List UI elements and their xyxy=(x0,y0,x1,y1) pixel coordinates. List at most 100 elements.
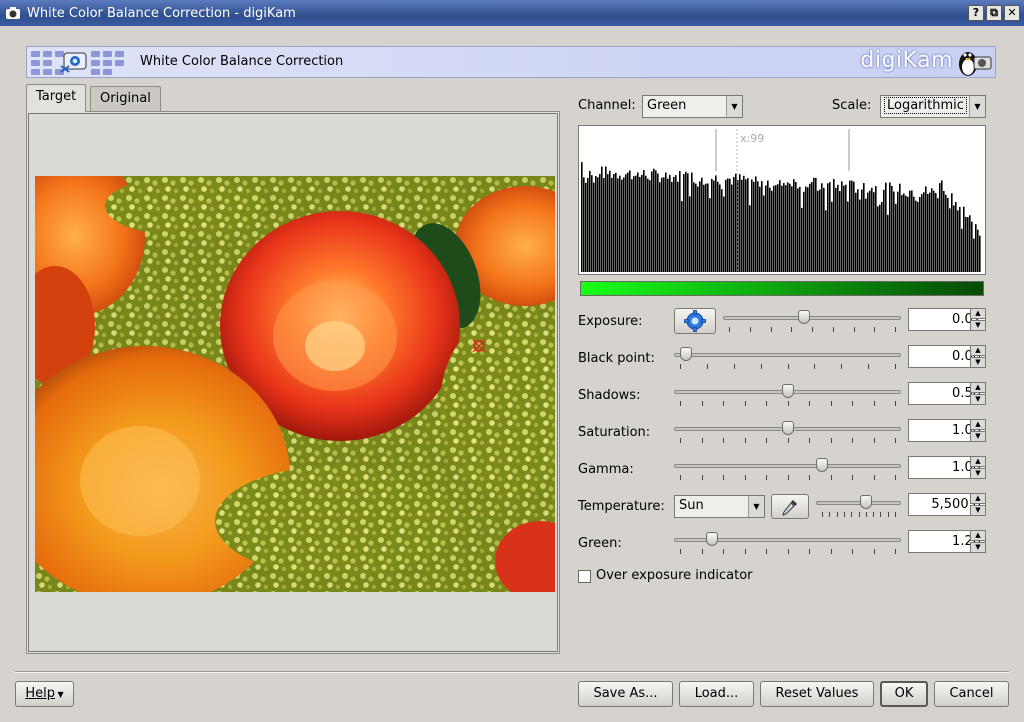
histogram-bar xyxy=(777,184,779,272)
histogram-bar xyxy=(893,191,895,272)
histogram-bar xyxy=(877,206,879,272)
spin-down-icon[interactable]: ▼ xyxy=(970,542,986,553)
over-exposure-checkbox[interactable] xyxy=(578,570,591,583)
slider-handle[interactable] xyxy=(781,384,794,398)
histogram-bar xyxy=(763,195,765,272)
scale-select[interactable]: Logarithmic ▼ xyxy=(880,95,986,118)
histogram-bar xyxy=(625,174,627,272)
histogram-bar xyxy=(629,170,631,272)
preview-image[interactable] xyxy=(35,176,555,592)
slider-ticks xyxy=(674,438,901,444)
spin-up-icon[interactable]: ▲ xyxy=(970,530,986,541)
green-slider[interactable] xyxy=(674,531,901,555)
histogram-bar xyxy=(833,178,835,272)
temperature-picker-button[interactable] xyxy=(771,494,809,519)
slider-groove[interactable] xyxy=(674,353,901,357)
spin-up-icon[interactable]: ▲ xyxy=(970,382,986,393)
histogram-bar xyxy=(897,191,899,272)
slider-tick xyxy=(812,327,813,332)
spin-down-icon[interactable]: ▼ xyxy=(970,431,986,442)
slider-handle[interactable] xyxy=(680,347,693,361)
window-close-button[interactable]: ✕ xyxy=(1004,5,1020,21)
histogram-bar xyxy=(723,196,725,272)
histogram-bar xyxy=(681,201,683,272)
exposure-stepper[interactable]: ▲ ▼ xyxy=(970,308,986,331)
histogram-bar xyxy=(969,215,971,272)
slider-handle[interactable] xyxy=(781,421,794,435)
histogram-bar xyxy=(757,181,759,272)
window-help-button[interactable]: ? xyxy=(968,5,984,21)
gamma-slider[interactable] xyxy=(674,457,901,481)
spin-down-icon[interactable]: ▼ xyxy=(970,320,986,331)
reset-values-button[interactable]: Reset Values xyxy=(760,681,874,707)
histogram-bar xyxy=(807,187,809,272)
green-stepper[interactable]: ▲ ▼ xyxy=(970,530,986,553)
tab-original[interactable]: Original xyxy=(90,86,161,112)
temperature-stepper[interactable]: ▲ ▼ xyxy=(970,493,986,516)
slider-groove[interactable] xyxy=(816,501,901,505)
histogram-bar xyxy=(715,175,717,272)
saturation-stepper[interactable]: ▲ ▼ xyxy=(970,419,986,442)
footer-separator xyxy=(15,671,1009,673)
channel-select[interactable]: Green ▼ xyxy=(642,95,743,118)
chevron-down-icon: ▼ xyxy=(726,96,742,117)
histogram-bar xyxy=(733,177,735,272)
auto-exposure-button[interactable] xyxy=(674,308,716,334)
histogram-bar xyxy=(773,185,775,272)
shadows-stepper[interactable]: ▲ ▼ xyxy=(970,382,986,405)
over-exposure-label[interactable]: Over exposure indicator xyxy=(596,568,753,583)
spin-down-icon[interactable]: ▼ xyxy=(970,357,986,368)
histogram-bar xyxy=(809,183,811,272)
slider-ticks xyxy=(816,512,901,518)
histogram-bar xyxy=(905,195,907,272)
temperature-slider[interactable] xyxy=(816,494,901,518)
save-as-button[interactable]: Save As... xyxy=(578,681,673,707)
spin-up-icon[interactable]: ▲ xyxy=(970,493,986,504)
help-button[interactable]: Help ▼ xyxy=(15,681,74,707)
black-point-slider[interactable] xyxy=(674,346,901,370)
spin-down-icon[interactable]: ▼ xyxy=(970,394,986,405)
slider-handle[interactable] xyxy=(815,458,828,472)
exposure-slider[interactable] xyxy=(723,309,901,333)
temperature-preset-select[interactable]: Sun ▼ xyxy=(674,495,765,518)
histogram-bar xyxy=(731,184,733,272)
slider-tick xyxy=(868,364,870,369)
spin-down-icon[interactable]: ▼ xyxy=(970,505,986,516)
histogram-bar xyxy=(857,189,859,272)
gamma-stepper[interactable]: ▲ ▼ xyxy=(970,456,986,479)
spin-down-icon[interactable]: ▼ xyxy=(970,468,986,479)
histogram-bar xyxy=(803,191,805,272)
histogram-bar xyxy=(881,201,883,272)
ok-button[interactable]: OK xyxy=(880,681,928,707)
black-point-stepper[interactable]: ▲ ▼ xyxy=(970,345,986,368)
shadows-slider[interactable] xyxy=(674,383,901,407)
histogram-bar xyxy=(963,206,965,272)
histogram-bar xyxy=(639,177,641,272)
window-restore-button[interactable]: ⧉ xyxy=(986,5,1002,21)
load-button[interactable]: Load... xyxy=(679,681,754,707)
slider-handle[interactable] xyxy=(859,495,872,509)
histogram-bar xyxy=(657,173,659,272)
slider-handle[interactable] xyxy=(706,532,719,546)
slider-groove[interactable] xyxy=(723,316,901,320)
slider-tick xyxy=(809,549,810,554)
histogram-bar xyxy=(755,176,757,272)
tab-target[interactable]: Target xyxy=(26,84,87,112)
spin-up-icon[interactable]: ▲ xyxy=(970,345,986,356)
histogram-bar xyxy=(623,177,625,272)
slider-groove[interactable] xyxy=(674,464,901,468)
cancel-button[interactable]: Cancel xyxy=(934,681,1009,707)
spin-up-icon[interactable]: ▲ xyxy=(970,308,986,319)
window-titlebar[interactable]: White Color Balance Correction - digiKam… xyxy=(0,0,1024,26)
histogram-bar xyxy=(713,180,715,272)
spin-up-icon[interactable]: ▲ xyxy=(970,419,986,430)
histogram-bar xyxy=(761,181,763,272)
app-icon[interactable] xyxy=(3,3,23,23)
spin-up-icon[interactable]: ▲ xyxy=(970,456,986,467)
slider-tick xyxy=(766,549,767,554)
histogram-widget[interactable]: x:99 xyxy=(578,125,986,275)
black-point-label: Black point: xyxy=(578,351,655,366)
histogram-bar xyxy=(855,192,857,272)
slider-handle[interactable] xyxy=(797,310,810,324)
saturation-slider[interactable] xyxy=(674,420,901,444)
